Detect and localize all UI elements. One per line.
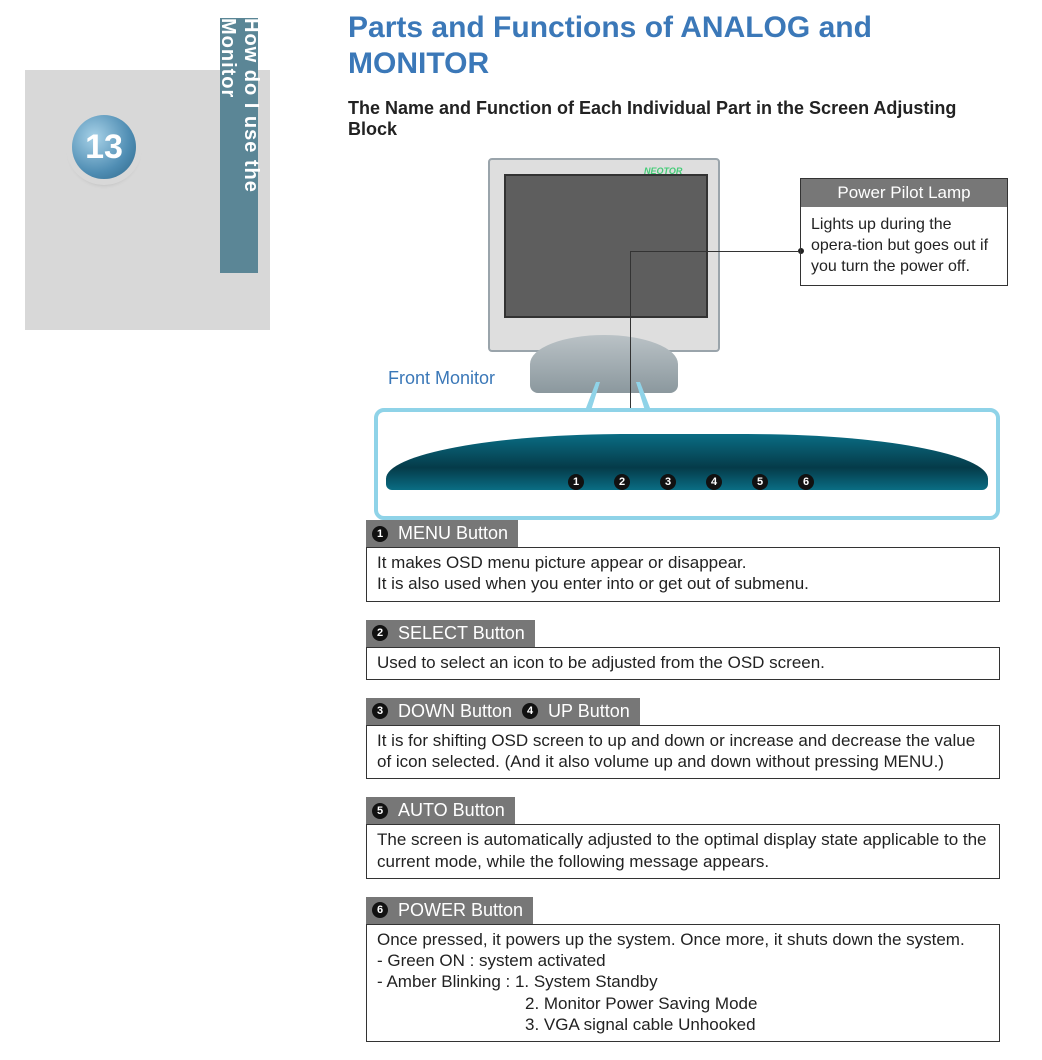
- section: 1 MENU Button It makes OSD menu picture ap…: [366, 520, 1000, 602]
- number-badge-icon: 4: [706, 474, 722, 490]
- callout-leader-drop: [630, 251, 631, 421]
- button-strip-illustration: 1 2 3 4 5 6: [374, 408, 1000, 520]
- section: 6 POWER Button Once pressed, it powers up …: [366, 897, 1000, 1042]
- section-body-line: - Green ON : system activated: [377, 950, 989, 971]
- number-badge-icon: 3: [660, 474, 676, 490]
- section-header-label: MENU Button: [398, 523, 508, 544]
- section-body-line: The screen is automatically adjusted to …: [377, 829, 989, 872]
- section: 5 AUTO Button The screen is automatically …: [366, 797, 1000, 879]
- button-strip-numbers: 1 2 3 4 5 6: [568, 474, 814, 490]
- illustration-area: NEOTOR Front Monitor Power Pilot Lamp Li…: [348, 158, 1008, 528]
- section-header-label: SELECT Button: [398, 623, 525, 644]
- number-badge-icon: 5: [372, 803, 388, 819]
- section-header-label: POWER Button: [398, 900, 523, 921]
- power-pilot-lamp-callout: Power Pilot Lamp Lights up during the op…: [800, 178, 1008, 286]
- page-subtitle: The Name and Function of Each Individual…: [348, 98, 1008, 140]
- section-body-line: 2. Monitor Power Saving Mode: [377, 993, 989, 1014]
- callout-body: Lights up during the opera-tion but goes…: [801, 207, 1007, 285]
- section-body-line: It makes OSD menu picture appear or disa…: [377, 552, 989, 573]
- front-monitor-label: Front Monitor: [388, 368, 495, 389]
- section: 2 SELECT Button Used to select an icon to …: [366, 620, 1000, 680]
- sections-container: 1 MENU Button It makes OSD menu picture ap…: [366, 520, 1000, 1060]
- page-title: Parts and Functions of ANALOG and MONITO…: [348, 10, 1008, 82]
- section-header: 5 AUTO Button: [366, 797, 515, 824]
- section-header: 3 DOWN Button 4 UP Button: [366, 698, 640, 725]
- section-body: It is for shifting OSD screen to up and …: [366, 725, 1000, 780]
- section: 3 DOWN Button 4 UP Button It is for shifting…: [366, 698, 1000, 780]
- number-badge-icon: 2: [372, 625, 388, 641]
- section-body: Once pressed, it powers up the system. O…: [366, 924, 1000, 1042]
- section-body: Used to select an icon to be adjusted fr…: [366, 647, 1000, 680]
- section-header: 2 SELECT Button: [366, 620, 535, 647]
- number-badge-icon: 6: [372, 902, 388, 918]
- number-badge-icon: 3: [372, 703, 388, 719]
- section-header-label: UP Button: [548, 701, 630, 722]
- section-header: 6 POWER Button: [366, 897, 533, 924]
- callout-title: Power Pilot Lamp: [801, 179, 1007, 207]
- number-badge-icon: 2: [614, 474, 630, 490]
- number-badge-icon: 1: [568, 474, 584, 490]
- section-header-label: DOWN Button: [398, 701, 512, 722]
- section-body-line: It is also used when you enter into or g…: [377, 573, 989, 594]
- number-badge-icon: 6: [798, 474, 814, 490]
- section-body: The screen is automatically adjusted to …: [366, 824, 1000, 879]
- number-badge-icon: 1: [372, 526, 388, 542]
- section-body-line: 3. VGA signal cable Unhooked: [377, 1014, 989, 1035]
- sidebar-tab: How do I use the Monitor: [220, 18, 258, 273]
- section-header: 1 MENU Button: [366, 520, 518, 547]
- section-body: It makes OSD menu picture appear or disa…: [366, 547, 1000, 602]
- number-badge-icon: 4: [522, 703, 538, 719]
- section-body-line: Used to select an icon to be adjusted fr…: [377, 652, 989, 673]
- section-body-line: - Amber Blinking : 1. System Standby: [377, 971, 989, 992]
- number-badge-icon: 5: [752, 474, 768, 490]
- page-number-badge: 13: [72, 115, 136, 179]
- section-body-line: It is for shifting OSD screen to up and …: [377, 730, 989, 773]
- section-body-line: Once pressed, it powers up the system. O…: [377, 929, 989, 950]
- callout-leader-line: [630, 251, 798, 404]
- section-header-label: AUTO Button: [398, 800, 505, 821]
